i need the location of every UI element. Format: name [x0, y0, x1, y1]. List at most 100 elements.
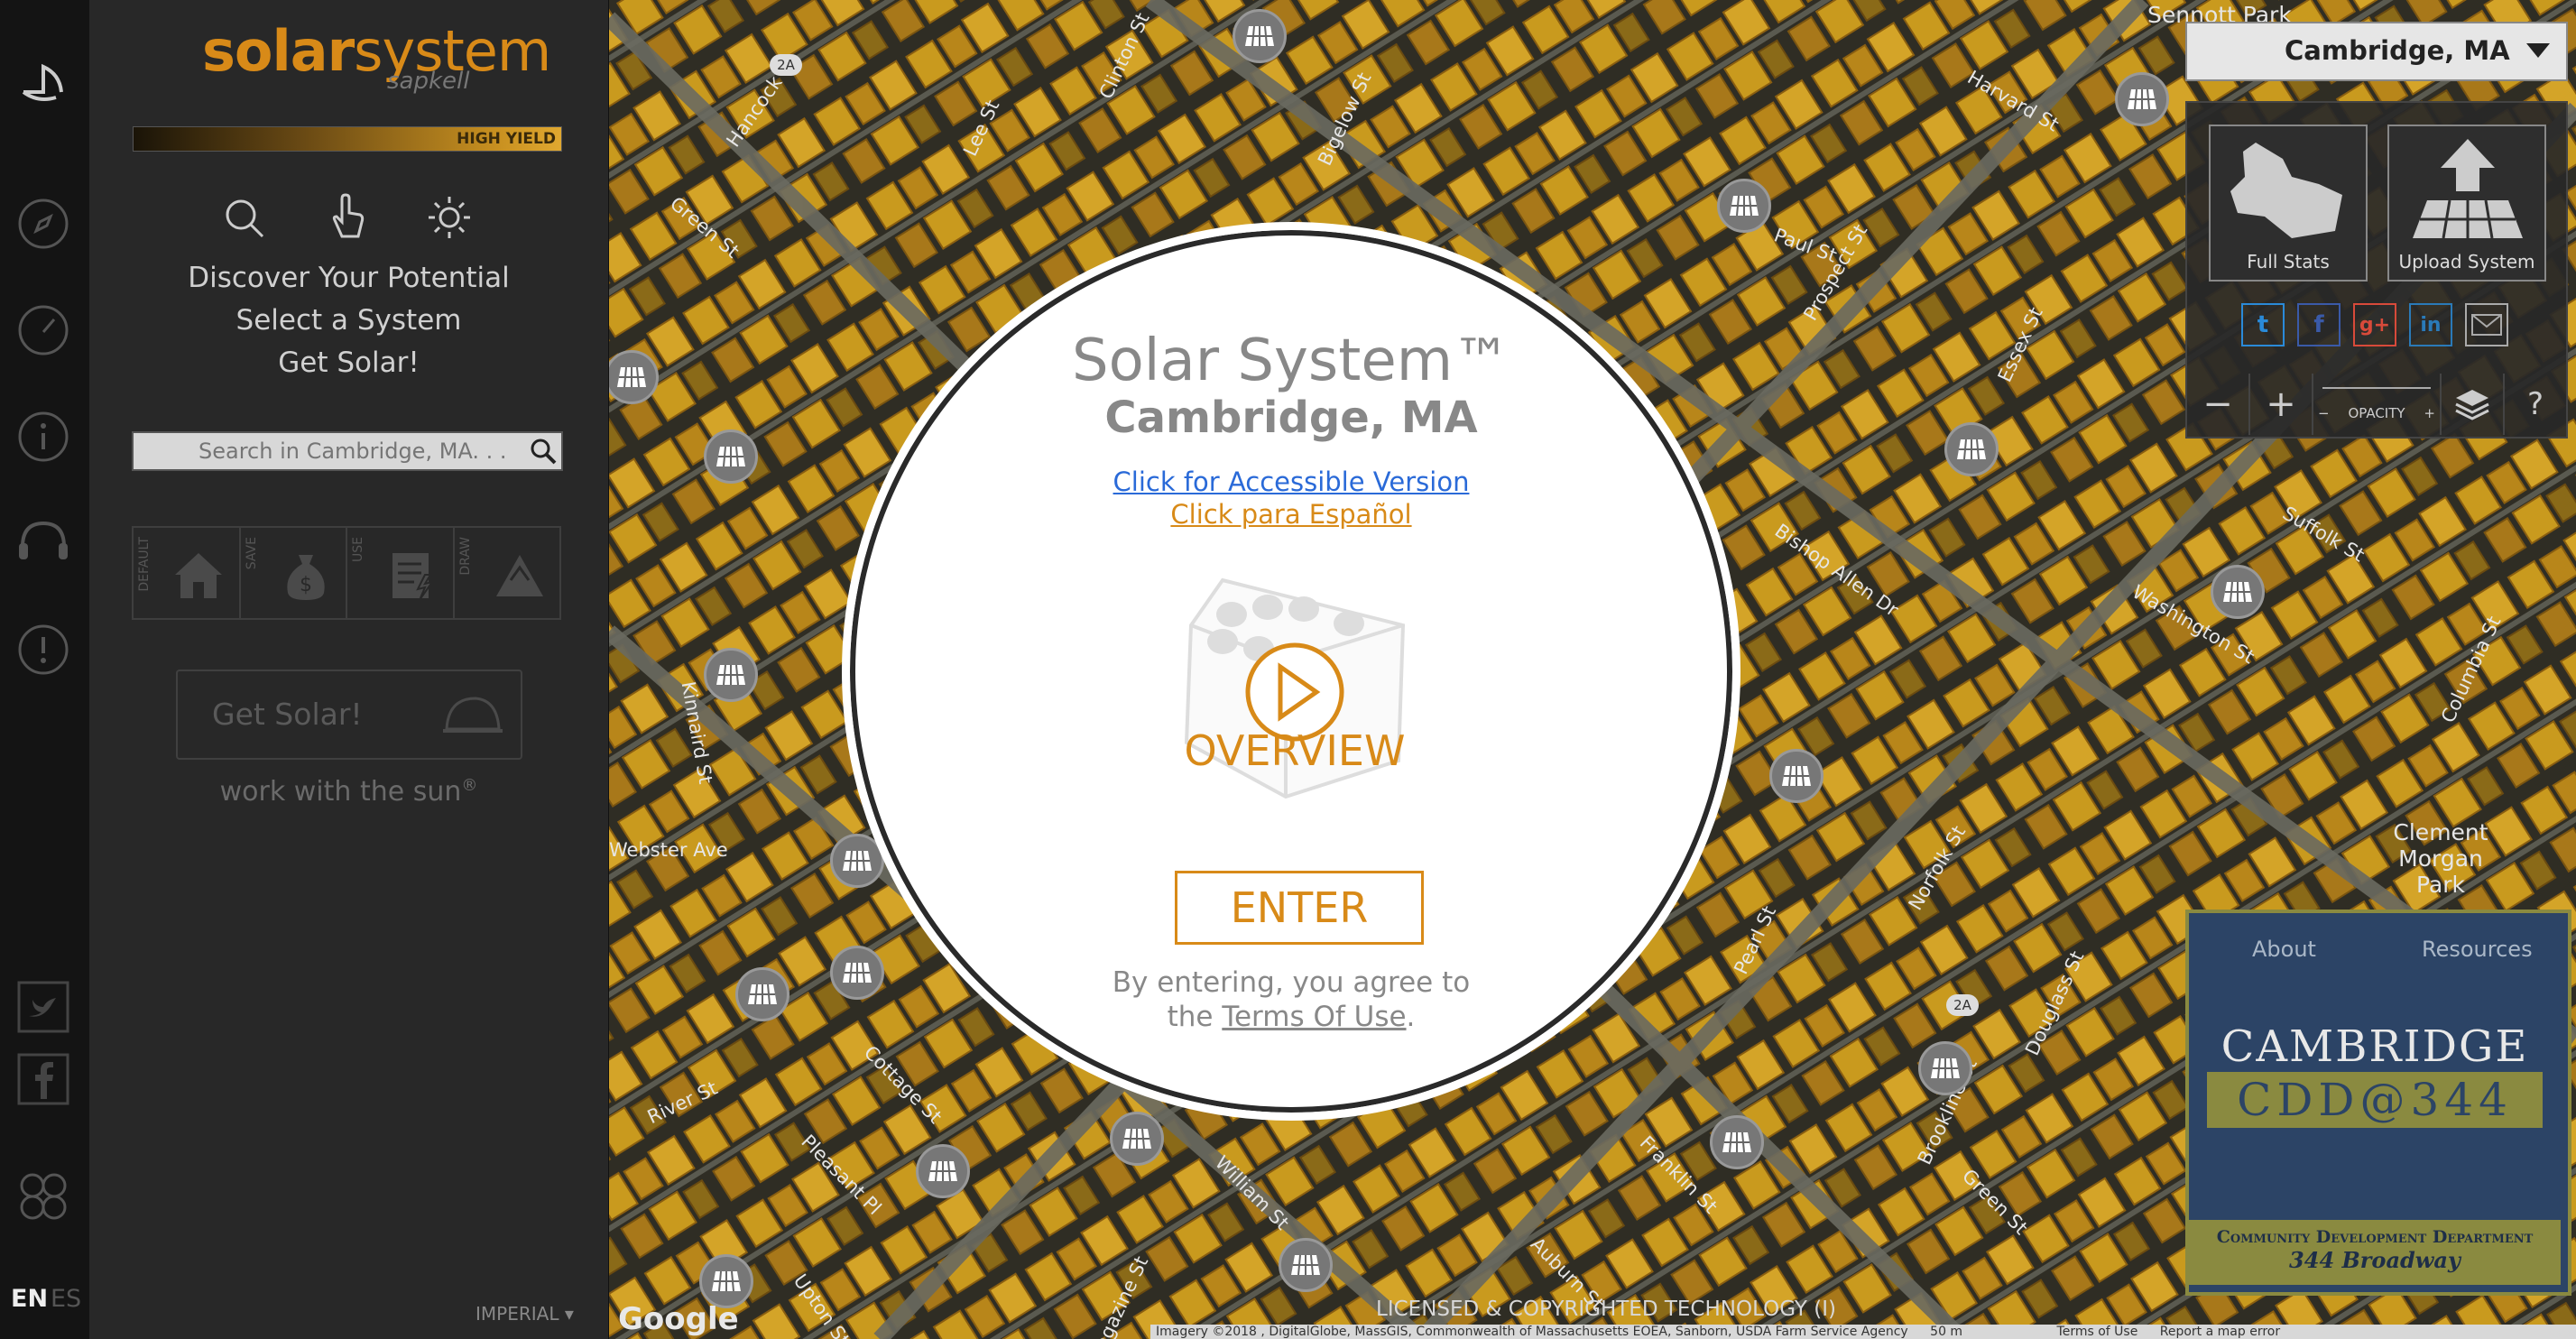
resources-link[interactable]: Resources — [2422, 937, 2533, 962]
solar-marker[interactable] — [704, 429, 758, 484]
facebook-icon[interactable] — [11, 1047, 76, 1112]
solar-marker[interactable] — [1233, 9, 1287, 63]
search-icon[interactable] — [529, 437, 558, 469]
overview-video-button[interactable]: OVERVIEW — [1168, 571, 1421, 806]
solar-marker[interactable] — [1717, 179, 1771, 233]
spanish-version-link[interactable]: Click para Español — [1170, 499, 1411, 530]
full-stats-button[interactable]: Full Stats — [2209, 125, 2368, 282]
lang-es[interactable]: ES — [51, 1285, 81, 1313]
email-share-icon[interactable] — [2465, 303, 2508, 346]
units-toggle[interactable]: IMPERIAL ▾ — [475, 1303, 574, 1325]
lang-en[interactable]: EN — [11, 1285, 48, 1313]
spanish-version-row: Click para Español — [850, 499, 1732, 530]
overview-label: OVERVIEW — [1184, 726, 1406, 775]
city-select[interactable]: Cambridge, MA — [2185, 22, 2568, 81]
mode-default[interactable]: DEFAULT — [134, 528, 241, 618]
solar-marker[interactable] — [735, 967, 789, 1021]
step-select: Select a System — [235, 304, 462, 337]
gauge-icon[interactable] — [11, 298, 76, 363]
tools-panel: Full Stats Upload System t f g+ in − + −… — [2185, 101, 2568, 439]
agree-terms-row: the Terms Of Use. — [1167, 1001, 1416, 1033]
mode-selector: DEFAULT SAVE $ USE DRAW — [132, 526, 561, 620]
logo-subtitle: sapkell — [387, 68, 470, 95]
solar-marker[interactable] — [1918, 1041, 1972, 1095]
puzzle-icon[interactable] — [11, 1164, 76, 1229]
city-map-icon — [2230, 143, 2342, 238]
modal-title: Solar System™ — [1071, 328, 1511, 394]
yield-scale: HIGH YIELD — [133, 126, 562, 152]
imagery-attribution: Imagery ©2018 , DigitalGlobe, MassGIS, C… — [1156, 1325, 1908, 1339]
modal-city: Cambridge, MA — [1104, 392, 1478, 443]
step-get-solar: Get Solar! — [278, 346, 420, 379]
welcome-modal: Solar System™ Cambridge, MA Click for Ac… — [842, 222, 1740, 1121]
sun-step-icon — [427, 195, 472, 244]
google-plus-share-icon[interactable]: g+ — [2353, 303, 2396, 346]
opacity-track — [2322, 387, 2431, 398]
route-badge: 2A — [1946, 994, 1979, 1016]
park-label: Clement Morgan Park — [2393, 819, 2488, 898]
solar-marker[interactable] — [699, 1254, 753, 1308]
enter-button[interactable]: ENTER — [1175, 871, 1424, 945]
solar-marker[interactable] — [1944, 422, 1999, 476]
cdd-panel: About Resources CAMBRIDGE CDD@344 Commun… — [2185, 910, 2571, 1296]
map-attribution-bar: Imagery ©2018 , DigitalGlobe, MassGIS, C… — [1150, 1325, 2576, 1339]
pointer-step-icon — [326, 193, 369, 244]
solar-marker[interactable] — [1769, 749, 1824, 803]
solar-marker[interactable] — [1710, 1115, 1764, 1169]
alert-icon[interactable] — [11, 617, 76, 682]
search-box — [132, 431, 563, 471]
cdd-logo-tag: CDD@344 — [2207, 1072, 2543, 1128]
route-badge: 2A — [770, 54, 802, 76]
upload-system-button[interactable]: Upload System — [2387, 125, 2546, 282]
hardhat-icon — [443, 697, 503, 733]
report-map-error-link[interactable]: Report a map error — [2160, 1325, 2280, 1339]
chevron-down-icon — [2526, 43, 2550, 58]
cdd-department: Community Development Department — [2216, 1227, 2534, 1247]
money-bag-icon: $ — [286, 555, 325, 600]
mode-draw[interactable]: DRAW — [455, 528, 560, 618]
bill-icon — [392, 553, 435, 601]
accessible-version-link[interactable]: Click for Accessible Version — [1113, 466, 1470, 497]
map-terms-link[interactable]: Terms of Use — [2057, 1325, 2138, 1339]
map-scale: 50 m — [1930, 1325, 1963, 1339]
mode-save[interactable]: SAVE $ — [241, 528, 347, 618]
help-button[interactable]: ? — [2505, 374, 2566, 435]
tagline: work with the sun® — [219, 776, 478, 808]
google-logo: Google — [618, 1301, 739, 1337]
draw-icon — [495, 555, 543, 596]
solar-marker[interactable] — [2115, 72, 2169, 126]
terms-of-use-link[interactable]: Terms Of Use — [1222, 1001, 1406, 1033]
solar-marker[interactable] — [1279, 1238, 1333, 1292]
sidebar: solarsystem sapkell HIGH YIELD Discover … — [89, 0, 610, 1339]
search-step-icon — [223, 197, 266, 244]
info-icon[interactable] — [11, 404, 76, 469]
compass-icon[interactable] — [11, 191, 76, 256]
license-text: LICENSED & COPYRIGHTED TECHNOLOGY (I) — [1376, 1297, 1836, 1321]
linkedin-share-icon[interactable]: in — [2409, 303, 2452, 346]
opacity-slider[interactable]: − OPACITY + — [2313, 374, 2442, 435]
home-icon — [175, 553, 222, 598]
mode-use[interactable]: USE — [347, 528, 455, 618]
logo-icon[interactable] — [11, 51, 76, 115]
facebook-share-icon[interactable]: f — [2297, 303, 2341, 346]
solar-marker[interactable] — [704, 648, 758, 702]
cdd-logo-title: CAMBRIDGE — [2221, 1021, 2529, 1072]
step-discover: Discover Your Potential — [188, 262, 510, 294]
twitter-icon[interactable] — [11, 974, 76, 1039]
svg-text:$: $ — [300, 574, 312, 596]
twitter-share-icon[interactable]: t — [2241, 303, 2285, 346]
about-link[interactable]: About — [2252, 937, 2316, 962]
zoom-in-button[interactable]: + — [2250, 374, 2313, 435]
search-input[interactable] — [134, 433, 512, 469]
headset-icon[interactable] — [11, 511, 76, 576]
upload-icon — [2413, 139, 2523, 239]
street-label: Webster Ave — [609, 839, 728, 861]
layers-icon[interactable] — [2442, 374, 2505, 435]
icon-rail: EN ES — [0, 0, 89, 1339]
get-solar-button[interactable]: Get Solar! — [176, 670, 522, 760]
solar-marker[interactable] — [916, 1144, 970, 1198]
solar-marker[interactable] — [1110, 1112, 1164, 1166]
cdd-footer: Community Development Department 344 Bro… — [2189, 1220, 2561, 1285]
solar-marker[interactable] — [2211, 565, 2265, 619]
zoom-out-button[interactable]: − — [2187, 374, 2250, 435]
